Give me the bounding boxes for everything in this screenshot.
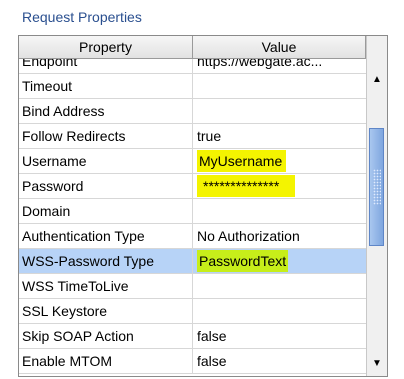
- password-highlight: **************: [197, 175, 296, 197]
- scrollbar-thumb[interactable]: [369, 128, 384, 246]
- property-name: WSS-Password Type: [19, 249, 193, 273]
- property-name: SSL Keystore: [19, 299, 193, 323]
- property-value[interactable]: true: [193, 124, 366, 148]
- table-row-ssl-keystore[interactable]: SSL Keystore: [19, 299, 366, 324]
- triangle-up-icon[interactable]: ▲: [368, 70, 386, 88]
- table-row-enable-mtom[interactable]: Enable MTOM false: [19, 349, 366, 374]
- properties-table: Property Value Endpoint https://webgate.…: [18, 35, 388, 377]
- property-name: Bind Address: [19, 99, 193, 123]
- property-value[interactable]: PasswordText: [193, 249, 366, 273]
- table-row-username[interactable]: Username MyUsername: [19, 149, 366, 174]
- property-value[interactable]: [193, 99, 366, 123]
- table-header: Property Value: [19, 36, 366, 59]
- property-value[interactable]: [193, 199, 366, 223]
- table-row-authentication-type[interactable]: Authentication Type No Authorization: [19, 224, 366, 249]
- property-value[interactable]: false: [193, 349, 366, 373]
- table-row-follow-redirects[interactable]: Follow Redirects true: [19, 124, 366, 149]
- grip-icon: [373, 169, 381, 205]
- property-value[interactable]: [193, 274, 366, 298]
- table-row-skip-soap-action[interactable]: Skip SOAP Action false: [19, 324, 366, 349]
- property-name: Authentication Type: [19, 224, 193, 248]
- property-value[interactable]: **************: [193, 174, 366, 198]
- property-name: Username: [19, 149, 193, 173]
- property-name: Timeout: [19, 74, 193, 98]
- panel-title: Request Properties: [22, 9, 142, 25]
- property-name: Follow Redirects: [19, 124, 193, 148]
- property-value[interactable]: [193, 299, 366, 323]
- property-value[interactable]: MyUsername: [193, 149, 366, 173]
- property-name: WSS TimeToLive: [19, 274, 193, 298]
- column-header-property[interactable]: Property: [19, 36, 193, 58]
- table-row-endpoint[interactable]: Endpoint https://webgate.ac...: [19, 59, 366, 74]
- property-name: Domain: [19, 199, 193, 223]
- table-row-password[interactable]: Password **************: [19, 174, 366, 199]
- property-value[interactable]: [193, 74, 366, 98]
- vertical-scrollbar[interactable]: ▲ ▼: [366, 36, 387, 376]
- table-row-wss-timetolive[interactable]: WSS TimeToLive: [19, 274, 366, 299]
- property-value[interactable]: https://webgate.ac...: [193, 59, 366, 73]
- property-name: Password: [19, 174, 193, 198]
- table-row-timeout[interactable]: Timeout: [19, 74, 366, 99]
- triangle-down-icon[interactable]: ▼: [368, 354, 386, 372]
- property-name: Endpoint: [19, 59, 193, 73]
- username-highlight: MyUsername: [197, 150, 287, 172]
- table-body: Endpoint https://webgate.ac... Timeout B…: [19, 59, 366, 376]
- property-name: Skip SOAP Action: [19, 324, 193, 348]
- table-row-domain[interactable]: Domain: [19, 199, 366, 224]
- property-value[interactable]: No Authorization: [193, 224, 366, 248]
- column-header-value[interactable]: Value: [193, 36, 366, 58]
- property-name: Enable MTOM: [19, 349, 193, 373]
- wss-password-type-highlight: PasswordText: [197, 250, 289, 272]
- property-value[interactable]: false: [193, 324, 366, 348]
- table-row-bind-address[interactable]: Bind Address: [19, 99, 366, 124]
- table-row-wss-password-type[interactable]: WSS-Password Type PasswordText: [19, 249, 366, 274]
